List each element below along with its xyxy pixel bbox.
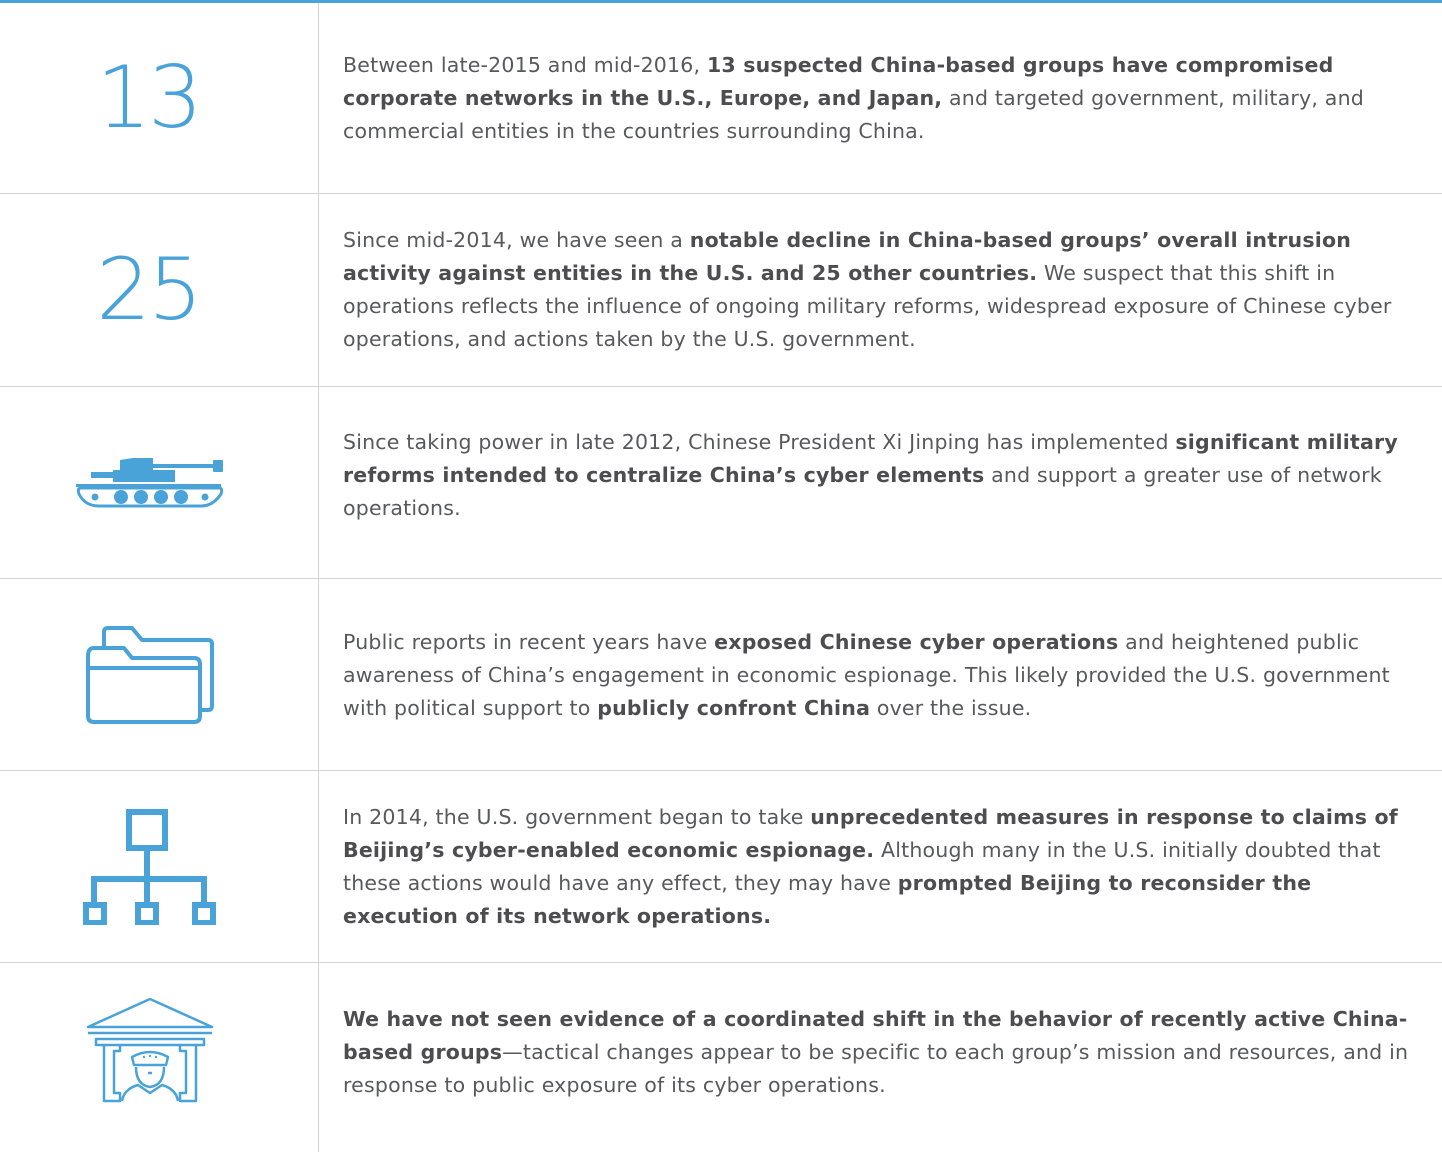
text-segment: Since mid-2014, we have seen a: [343, 228, 690, 252]
folder-icon: [86, 625, 214, 724]
text-cell: Since taking power in late 2012, Chinese…: [343, 387, 1428, 578]
text-segment: Public reports in recent years have: [343, 630, 715, 654]
text-emphasis: publicly confront China: [597, 696, 871, 720]
finding-row-2: 25 Since mid-2014, we have seen a notabl…: [0, 194, 1442, 386]
text-segment: Since taking power in late 2012, Chinese…: [343, 430, 1176, 454]
text-emphasis: exposed Chinese cyber operations: [714, 630, 1119, 654]
text-segment: In 2014, the U.S. government began to ta…: [343, 804, 811, 829]
stat-cell: 25: [0, 194, 318, 386]
text-cell: Public reports in recent years have expo…: [343, 579, 1428, 770]
text-segment: Between late-2015 and mid-2016,: [343, 52, 707, 77]
text-cell: Since mid-2014, we have seen a notable d…: [343, 194, 1428, 386]
finding-row-5: In 2014, the U.S. government began to ta…: [0, 771, 1442, 962]
icon-cell: [0, 387, 318, 578]
finding-row-3: Since taking power in late 2012, Chinese…: [0, 387, 1442, 578]
text-segment: —tactical changes appear to be specific …: [343, 1040, 1409, 1097]
stat-number-13: 13: [96, 48, 202, 148]
finding-text: Between late-2015 and mid-2016, 13 suspe…: [343, 49, 1428, 148]
finding-row-4: Public reports in recent years have expo…: [0, 579, 1442, 770]
icon-cell: [0, 579, 318, 770]
stat-number-25: 25: [96, 240, 202, 340]
org-chart-icon: [83, 808, 216, 925]
finding-text: Since taking power in late 2012, Chinese…: [343, 426, 1428, 525]
finding-row-6: We have not seen evidence of a coordinat…: [0, 963, 1442, 1152]
finding-text: In 2014, the U.S. government began to ta…: [343, 801, 1428, 933]
text-cell: In 2014, the U.S. government began to ta…: [343, 771, 1428, 962]
text-segment: over the issue.: [870, 696, 1032, 720]
finding-text: Since mid-2014, we have seen a notable d…: [343, 224, 1428, 356]
tank-icon: [76, 457, 224, 507]
finding-text: Public reports in recent years have expo…: [343, 626, 1428, 725]
icon-cell: [0, 963, 318, 1152]
text-cell: Between late-2015 and mid-2016, 13 suspe…: [343, 3, 1428, 193]
text-cell: We have not seen evidence of a coordinat…: [343, 963, 1428, 1152]
icon-cell: [0, 771, 318, 962]
finding-text: We have not seen evidence of a coordinat…: [343, 1003, 1428, 1102]
finding-row-1: 13 Between late-2015 and mid-2016, 13 su…: [0, 3, 1442, 193]
stat-cell: 13: [0, 3, 318, 193]
government-soldier-icon: [86, 997, 214, 1102]
